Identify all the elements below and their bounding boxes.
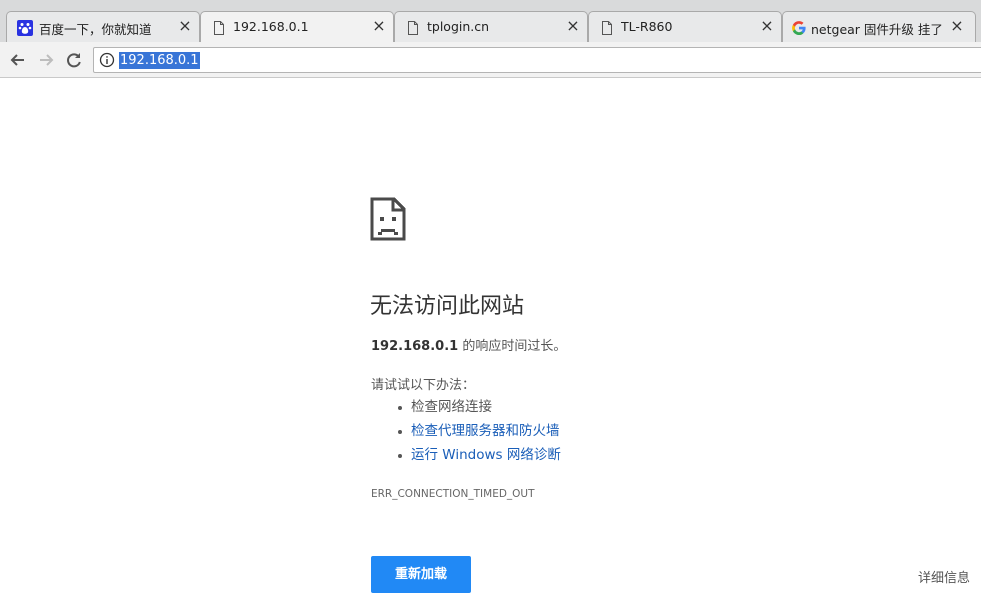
bullet-icon <box>398 406 402 410</box>
error-code: ERR_CONNECTION_TIMED_OUT <box>371 488 535 500</box>
reload-icon[interactable] <box>63 49 85 71</box>
baidu-paw-icon <box>17 20 33 36</box>
tab-title: 192.168.0.1 <box>233 19 309 34</box>
suggestion-link-diagnostics[interactable]: 运行 Windows 网络诊断 <box>411 447 561 463</box>
arrow-left-icon[interactable] <box>7 49 29 71</box>
close-icon[interactable]: × <box>177 18 193 34</box>
tab-strip: 百度一下，你就知道 × 192.168.0.1 × tplogin.cn × T… <box>0 0 981 42</box>
bullet-icon <box>398 430 402 434</box>
list-item[interactable]: 检查代理服务器和防火墙 <box>384 422 561 446</box>
suggestion-link-proxy[interactable]: 检查代理服务器和防火墙 <box>411 423 560 439</box>
close-icon[interactable]: × <box>759 18 775 34</box>
error-summary: 192.168.0.1 的响应时间过长。 <box>371 335 566 354</box>
tab-title: tplogin.cn <box>427 19 490 34</box>
suggestions-list: 检查网络连接 检查代理服务器和防火墙 运行 Windows 网络诊断 <box>384 398 561 470</box>
suggestions-title: 请试试以下办法： <box>371 378 476 393</box>
page-icon <box>599 20 615 36</box>
error-heading: 无法访问此网站 <box>370 294 525 319</box>
list-item[interactable]: 运行 Windows 网络诊断 <box>384 446 561 470</box>
info-icon[interactable] <box>99 52 115 68</box>
tab-title: TL-R860 <box>621 19 673 34</box>
error-host: 192.168.0.1 <box>371 339 459 354</box>
details-button[interactable]: 详细信息 <box>918 567 970 586</box>
google-g-icon <box>791 20 807 36</box>
page-icon <box>211 20 227 36</box>
suggestion-text: 检查网络连接 <box>411 399 492 415</box>
address-bar[interactable]: 192.168.0.1 <box>93 47 981 73</box>
tab-baidu[interactable]: 百度一下，你就知道 × <box>6 11 200 42</box>
toolbar: 192.168.0.1 <box>0 42 981 78</box>
close-icon[interactable]: × <box>949 18 965 34</box>
tab-router[interactable]: 192.168.0.1 × <box>200 11 394 42</box>
list-item: 检查网络连接 <box>384 398 561 422</box>
tab-tl-r860[interactable]: TL-R860 × <box>588 11 782 42</box>
close-icon[interactable]: × <box>565 18 581 34</box>
bullet-icon <box>398 454 402 458</box>
error-summary-text: 的响应时间过长。 <box>458 339 567 354</box>
close-icon[interactable]: × <box>371 18 387 34</box>
tab-title: netgear 固件升级 挂了 - <box>811 22 945 37</box>
tab-tplogin[interactable]: tplogin.cn × <box>394 11 588 42</box>
page-icon <box>405 20 421 36</box>
tab-title: 百度一下，你就知道 <box>39 22 152 37</box>
sad-page-icon <box>370 197 406 241</box>
tab-netgear[interactable]: netgear 固件升级 挂了 - × <box>782 11 976 42</box>
reload-button[interactable]: 重新加载 <box>371 556 471 593</box>
arrow-right-icon[interactable] <box>35 49 57 71</box>
url-text[interactable]: 192.168.0.1 <box>119 52 200 69</box>
